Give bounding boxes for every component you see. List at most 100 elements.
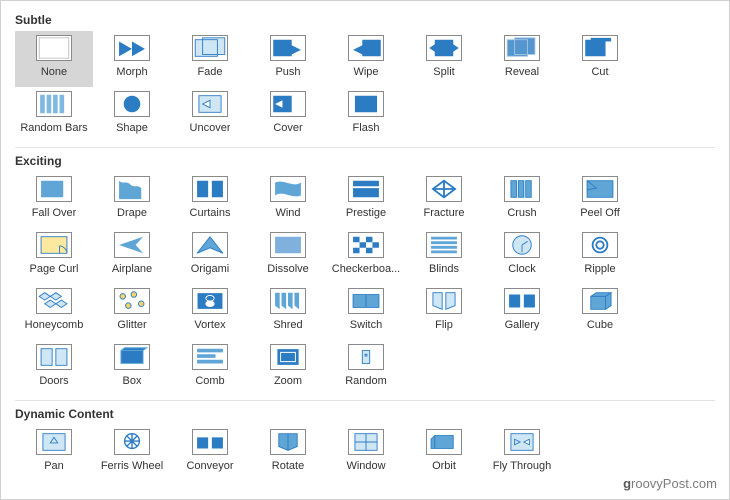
transition-label: Honeycomb [25, 319, 84, 331]
transition-blinds[interactable]: Blinds [405, 228, 483, 284]
transition-flash[interactable]: Flash [327, 87, 405, 143]
transition-icon [36, 232, 72, 258]
transition-flip[interactable]: Flip [405, 284, 483, 340]
transition-page-curl[interactable]: Page Curl [15, 228, 93, 284]
transition-dissolve[interactable]: Dissolve [249, 228, 327, 284]
transition-label: Fall Over [32, 207, 77, 219]
transition-label: Blinds [429, 263, 459, 275]
transition-label: Doors [39, 375, 68, 387]
transition-curtains[interactable]: Curtains [171, 172, 249, 228]
transition-label: Fly Through [493, 460, 552, 472]
transition-shape[interactable]: Shape [93, 87, 171, 143]
transition-ripple[interactable]: Ripple [561, 228, 639, 284]
transition-pan[interactable]: Pan [15, 425, 93, 481]
transition-morph[interactable]: Morph [93, 31, 171, 87]
transition-icon [114, 288, 150, 314]
transition-icon [36, 429, 72, 455]
transition-icon [504, 35, 540, 61]
transition-label: Orbit [432, 460, 456, 472]
transition-crush[interactable]: Crush [483, 172, 561, 228]
transition-origami[interactable]: Origami [171, 228, 249, 284]
transition-grid: PanFerris Wheel Conveyor RotateWindow Orbit… [15, 425, 715, 481]
transition-window[interactable]: Window [327, 425, 405, 481]
transition-fade[interactable]: Fade [171, 31, 249, 87]
transition-icon [36, 35, 72, 61]
transition-airplane[interactable]: Airplane [93, 228, 171, 284]
transition-label: Crush [507, 207, 536, 219]
section-divider [15, 400, 715, 401]
transition-label: Ripple [584, 263, 615, 275]
transition-label: Random Bars [20, 122, 87, 134]
transition-wipe[interactable]: Wipe [327, 31, 405, 87]
transition-label: Morph [116, 66, 147, 78]
transition-label: Fracture [424, 207, 465, 219]
transitions-panel: Subtle None Morph Fade Push Wipe Split Reveal Cu… [1, 1, 729, 485]
transition-label: Peel Off [580, 207, 620, 219]
transition-random-bars[interactable]: Random Bars [15, 87, 93, 143]
transition-doors[interactable]: Doors [15, 340, 93, 396]
transition-orbit[interactable]: Orbit [405, 425, 483, 481]
transition-label: Shape [116, 122, 148, 134]
transition-icon [270, 288, 306, 314]
transition-label: Prestige [346, 207, 386, 219]
transition-label: Clock [508, 263, 536, 275]
transition-uncover[interactable]: Uncover [171, 87, 249, 143]
transition-icon [582, 35, 618, 61]
transition-label: Push [275, 66, 300, 78]
transition-checkerboa-[interactable]: Checkerboa... [327, 228, 405, 284]
transition-label: Conveyor [186, 460, 233, 472]
section-title: Subtle [15, 13, 715, 27]
transition-icon [114, 232, 150, 258]
transition-push[interactable]: Push [249, 31, 327, 87]
transition-conveyor[interactable]: Conveyor [171, 425, 249, 481]
transition-none[interactable]: None [15, 31, 93, 87]
transition-box[interactable]: Box [93, 340, 171, 396]
transition-icon [270, 344, 306, 370]
transition-icon [114, 35, 150, 61]
transition-split[interactable]: Split [405, 31, 483, 87]
transition-fall-over[interactable]: Fall Over [15, 172, 93, 228]
transition-icon [192, 232, 228, 258]
transition-label: Box [123, 375, 142, 387]
transition-fly-through[interactable]: Fly Through [483, 425, 561, 481]
transition-icon [504, 429, 540, 455]
transition-label: Cube [587, 319, 613, 331]
transition-wind[interactable]: Wind [249, 172, 327, 228]
transition-icon [270, 35, 306, 61]
transition-reveal[interactable]: Reveal [483, 31, 561, 87]
transition-label: Split [433, 66, 454, 78]
transition-comb[interactable]: Comb [171, 340, 249, 396]
transition-icon [36, 176, 72, 202]
transition-honeycomb[interactable]: Honeycomb [15, 284, 93, 340]
transition-icon [348, 232, 384, 258]
transition-cube[interactable]: Cube [561, 284, 639, 340]
transition-glitter[interactable]: Glitter [93, 284, 171, 340]
transition-icon [426, 288, 462, 314]
transition-peel-off[interactable]: Peel Off [561, 172, 639, 228]
transition-drape[interactable]: Drape [93, 172, 171, 228]
transition-vortex[interactable]: Vortex [171, 284, 249, 340]
transition-zoom[interactable]: Zoom [249, 340, 327, 396]
transition-random[interactable]: Random [327, 340, 405, 396]
transition-icon [426, 176, 462, 202]
transition-icon [192, 288, 228, 314]
transition-icon [348, 176, 384, 202]
transition-shred[interactable]: Shred [249, 284, 327, 340]
transition-cover[interactable]: Cover [249, 87, 327, 143]
transition-label: Switch [350, 319, 382, 331]
transition-prestige[interactable]: Prestige [327, 172, 405, 228]
transition-label: Reveal [505, 66, 539, 78]
transition-icon [348, 91, 384, 117]
transition-fracture[interactable]: Fracture [405, 172, 483, 228]
transition-clock[interactable]: Clock [483, 228, 561, 284]
transition-icon [192, 35, 228, 61]
transition-ferris-wheel[interactable]: Ferris Wheel [93, 425, 171, 481]
watermark: groovyPost.com [623, 476, 717, 491]
transition-switch[interactable]: Switch [327, 284, 405, 340]
transition-cut[interactable]: Cut [561, 31, 639, 87]
transition-label: Comb [195, 375, 224, 387]
transition-gallery[interactable]: Gallery [483, 284, 561, 340]
transition-rotate[interactable]: Rotate [249, 425, 327, 481]
section-title: Dynamic Content [15, 407, 715, 421]
transition-icon [582, 176, 618, 202]
